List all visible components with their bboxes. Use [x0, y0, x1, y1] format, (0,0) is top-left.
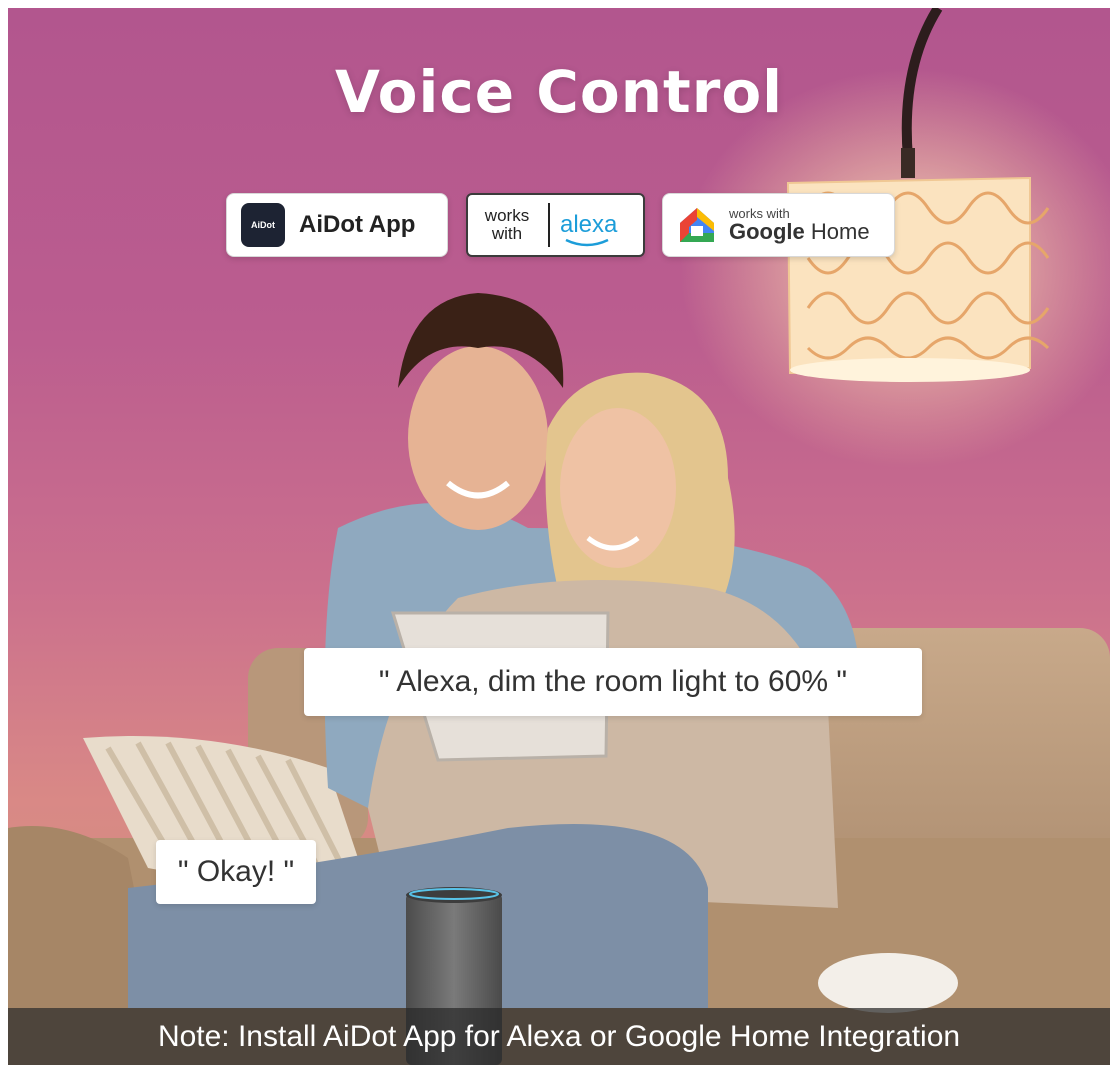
lamp-bottom	[790, 358, 1030, 382]
lamp-neck	[901, 148, 915, 178]
home-text: Home	[804, 219, 870, 245]
works-with-google-home-badge: works with Google Home	[662, 193, 895, 257]
google-home-icon	[680, 208, 714, 242]
works-with-alexa-badge: works with alexa	[466, 193, 645, 257]
works-with-text: works with	[476, 207, 538, 243]
alexa-smile-icon	[565, 238, 609, 247]
man-face	[408, 346, 548, 530]
voice-reply-bubble: " Okay! "	[156, 840, 316, 904]
aidot-logo-icon: AiDot	[241, 203, 285, 247]
badge-divider	[548, 203, 550, 247]
alexa-brand: alexa	[560, 211, 618, 238]
product-image: Voice Control AiDot AiDot App works with…	[8, 8, 1110, 1065]
google-works-with-text: works with	[729, 205, 790, 221]
aidot-app-badge: AiDot AiDot App	[226, 193, 448, 257]
with-text: with	[491, 224, 523, 243]
voice-command-bubble: " Alexa, dim the room light to 60% "	[304, 648, 922, 716]
google-brand: Google	[729, 219, 805, 245]
woman-face	[560, 408, 676, 568]
scene-illustration	[8, 8, 1110, 1065]
aidot-app-label: AiDot App	[299, 211, 416, 238]
google-home-text: Google Home	[729, 220, 870, 243]
alexa-logo-text: alexa	[560, 211, 618, 247]
works-text: works	[484, 206, 530, 225]
woman-sock	[818, 953, 958, 1013]
integration-note: Note: Install AiDot App for Alexa or Goo…	[8, 1008, 1110, 1065]
page-title: Voice Control	[334, 58, 784, 126]
